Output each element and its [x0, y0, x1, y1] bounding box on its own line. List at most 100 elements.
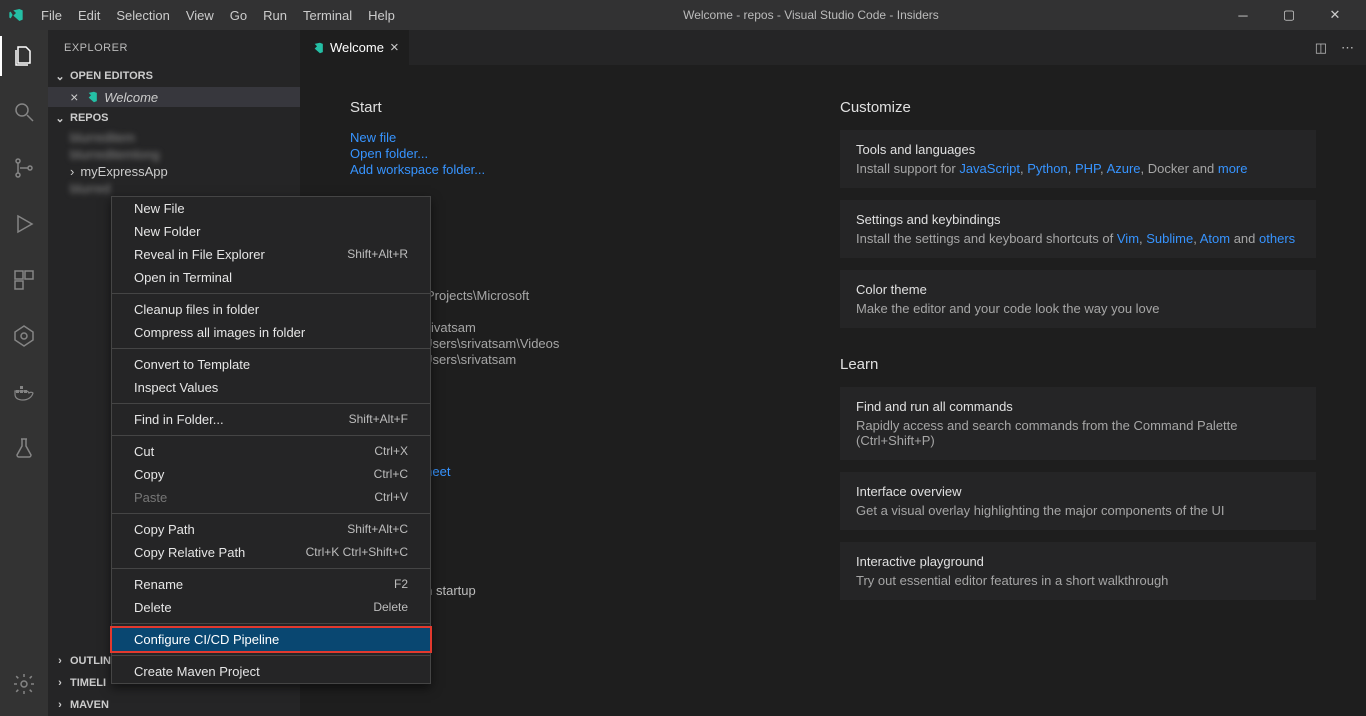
new-file-link[interactable]: New file — [350, 130, 780, 145]
window-maximize-button[interactable]: ▢ — [1266, 0, 1312, 30]
menu-item-cut[interactable]: CutCtrl+X — [112, 440, 430, 463]
separator — [112, 435, 430, 436]
card-settings-keybindings[interactable]: Settings and keybindings Install the set… — [840, 200, 1316, 258]
menu-view[interactable]: View — [179, 4, 221, 27]
link-vim[interactable]: Vim — [1117, 231, 1139, 246]
menu-item-convert-to-template[interactable]: Convert to Template — [112, 353, 430, 376]
separator — [112, 655, 430, 656]
menu-item-inspect-values[interactable]: Inspect Values — [112, 376, 430, 399]
menu-item-rename[interactable]: RenameF2 — [112, 573, 430, 596]
menu-go[interactable]: Go — [223, 4, 254, 27]
card-tools-languages[interactable]: Tools and languages Install support for … — [840, 130, 1316, 188]
menu-edit[interactable]: Edit — [71, 4, 107, 27]
menu-item-copy-relative-path[interactable]: Copy Relative PathCtrl+K Ctrl+Shift+C — [112, 541, 430, 564]
menu-item-label: Compress all images in folder — [134, 325, 305, 340]
link-python[interactable]: Python — [1027, 161, 1067, 176]
link-javascript[interactable]: JavaScript — [959, 161, 1020, 176]
menu-item-open-in-terminal[interactable]: Open in Terminal — [112, 266, 430, 289]
menu-terminal[interactable]: Terminal — [296, 4, 359, 27]
split-editor-icon[interactable]: ◫ — [1315, 40, 1327, 56]
section-maven[interactable]: › MAVEN — [48, 694, 300, 716]
link-atom[interactable]: Atom — [1200, 231, 1230, 246]
files-icon — [12, 44, 36, 68]
menu-item-label: Convert to Template — [134, 357, 250, 372]
menu-item-copy-path[interactable]: Copy PathShift+Alt+C — [112, 518, 430, 541]
tree-item-blurred[interactable]: blurred — [48, 180, 300, 197]
activity-run-debug[interactable] — [0, 204, 48, 244]
card-interface-overview[interactable]: Interface overview Get a visual overlay … — [840, 472, 1316, 530]
activity-bar — [0, 30, 48, 716]
activity-search[interactable] — [0, 92, 48, 132]
more-actions-icon[interactable]: ⋯ — [1341, 40, 1354, 56]
section-label: MAVEN — [70, 699, 109, 711]
link-more[interactable]: more — [1218, 161, 1248, 176]
activity-settings[interactable] — [0, 664, 48, 704]
window-minimize-button[interactable]: ─ — [1220, 0, 1266, 30]
menu-item-create-maven-project[interactable]: Create Maven Project — [112, 660, 430, 683]
card-subtitle: Rapidly access and search commands from … — [856, 418, 1300, 448]
learn-heading: Learn — [840, 356, 1316, 373]
link-others[interactable]: others — [1259, 231, 1295, 246]
tab-welcome[interactable]: Welcome × — [300, 30, 410, 65]
link-php[interactable]: PHP — [1075, 161, 1100, 176]
activity-docker[interactable] — [0, 372, 48, 412]
menu-item-label: Create Maven Project — [134, 664, 260, 679]
menu-item-label: Configure CI/CD Pipeline — [134, 632, 279, 647]
vscode-insiders-icon — [8, 7, 24, 23]
section-repos[interactable]: ⌄ REPOS — [48, 107, 300, 129]
window-close-button[interactable]: ✕ — [1312, 0, 1358, 30]
link-azure[interactable]: Azure — [1107, 161, 1141, 176]
open-folder-link[interactable]: Open folder... — [350, 146, 780, 161]
add-workspace-folder-link[interactable]: Add workspace folder... — [350, 162, 780, 177]
menu-item-cleanup-files-in-folder[interactable]: Cleanup files in folder — [112, 298, 430, 321]
tab-bar: Welcome × ◫ ⋯ — [300, 30, 1366, 65]
open-editor-label: Welcome — [104, 90, 158, 105]
activity-kubernetes[interactable] — [0, 316, 48, 356]
run-debug-icon — [12, 212, 36, 236]
activity-source-control[interactable] — [0, 148, 48, 188]
menu-item-reveal-in-file-explorer[interactable]: Reveal in File ExplorerShift+Alt+R — [112, 243, 430, 266]
menu-item-new-folder[interactable]: New Folder — [112, 220, 430, 243]
menu-item-shortcut: Ctrl+K Ctrl+Shift+C — [306, 545, 408, 560]
separator — [112, 623, 430, 624]
card-color-theme[interactable]: Color theme Make the editor and your cod… — [840, 270, 1316, 328]
close-icon[interactable]: × — [70, 89, 78, 105]
menu-item-shortcut: Ctrl+C — [374, 467, 408, 482]
tree-item-blurred[interactable]: blurreditem — [48, 129, 300, 146]
tree-item-myexpressapp[interactable]: myExpressApp — [48, 163, 300, 180]
card-subtitle: Get a visual overlay highlighting the ma… — [856, 503, 1300, 518]
menu-item-compress-all-images-in-folder[interactable]: Compress all images in folder — [112, 321, 430, 344]
chevron-down-icon: ⌄ — [54, 112, 66, 125]
menu-item-label: Cleanup files in folder — [134, 302, 259, 317]
menu-item-label: Reveal in File Explorer — [134, 247, 265, 262]
open-editor-welcome[interactable]: × Welcome — [48, 87, 300, 107]
card-interactive-playground[interactable]: Interactive playground Try out essential… — [840, 542, 1316, 600]
activity-extensions[interactable] — [0, 260, 48, 300]
link-sublime[interactable]: Sublime — [1146, 231, 1193, 246]
menu-item-shortcut: Shift+Alt+F — [349, 412, 408, 427]
menu-item-delete[interactable]: Delete Delete — [112, 596, 430, 619]
menu-item-label: Copy — [134, 467, 164, 482]
menu-help[interactable]: Help — [361, 4, 402, 27]
menu-item-shortcut: Delete — [373, 600, 408, 615]
tree-item-blurred[interactable]: blurreditemlong — [48, 146, 300, 163]
menu-run[interactable]: Run — [256, 4, 294, 27]
customize-heading: Customize — [840, 99, 1316, 116]
close-icon[interactable]: × — [390, 39, 399, 56]
activity-testing[interactable] — [0, 428, 48, 468]
menu-item-shortcut: Ctrl+X — [374, 444, 408, 459]
menu-selection[interactable]: Selection — [109, 4, 176, 27]
menu-item-copy[interactable]: Copy Ctrl+C — [112, 463, 430, 486]
card-subtitle: Install the settings and keyboard shortc… — [856, 231, 1300, 246]
activity-explorer[interactable] — [0, 36, 48, 76]
card-title: Settings and keybindings — [856, 212, 1300, 227]
section-label: OPEN EDITORS — [70, 70, 153, 82]
menu-item-label: New Folder — [134, 224, 200, 239]
menu-item-label: Delete — [134, 600, 172, 615]
menu-item-find-in-folder[interactable]: Find in Folder...Shift+Alt+F — [112, 408, 430, 431]
menu-item-new-file[interactable]: New File — [112, 197, 430, 220]
menu-item-configure-ci-cd-pipeline[interactable]: Configure CI/CD Pipeline — [112, 628, 430, 651]
menu-file[interactable]: File — [34, 4, 69, 27]
section-open-editors[interactable]: ⌄ OPEN EDITORS — [48, 65, 300, 87]
card-find-commands[interactable]: Find and run all commands Rapidly access… — [840, 387, 1316, 460]
